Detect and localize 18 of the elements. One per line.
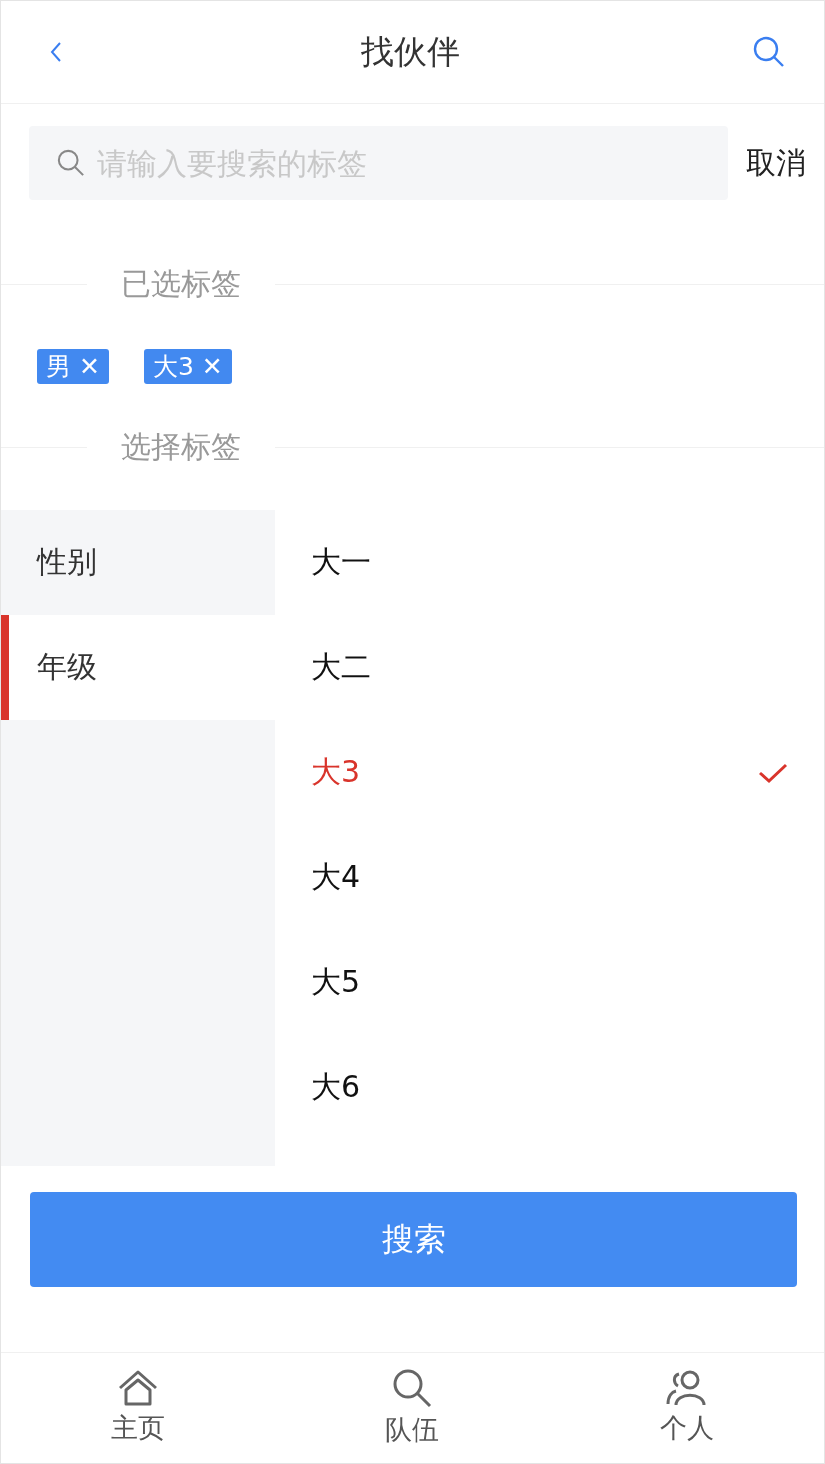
page-title: 找伙伴 xyxy=(361,30,460,73)
check-icon xyxy=(758,761,788,784)
home-icon[interactable] xyxy=(118,1370,159,1406)
option-item[interactable]: 大二 xyxy=(275,615,824,720)
tab-label[interactable]: 主页 xyxy=(111,1410,166,1446)
category-item[interactable]: 年级 xyxy=(1,615,275,720)
option-item[interactable]: 大3 xyxy=(275,720,824,825)
tab-label[interactable]: 个人 xyxy=(659,1410,714,1446)
search-icon[interactable] xyxy=(752,35,786,69)
option-item[interactable]: 大4 xyxy=(275,825,824,930)
cancel-button[interactable]: 取消 xyxy=(746,142,806,184)
search-icon xyxy=(57,149,85,177)
people-icon[interactable] xyxy=(665,1370,708,1406)
tab-label[interactable]: 队伍 xyxy=(385,1412,440,1448)
search-icon[interactable] xyxy=(392,1368,433,1408)
option-item[interactable]: 大5 xyxy=(275,930,824,1035)
option-item[interactable]: 大一 xyxy=(275,510,824,615)
option-item[interactable]: 大6 xyxy=(275,1035,824,1140)
